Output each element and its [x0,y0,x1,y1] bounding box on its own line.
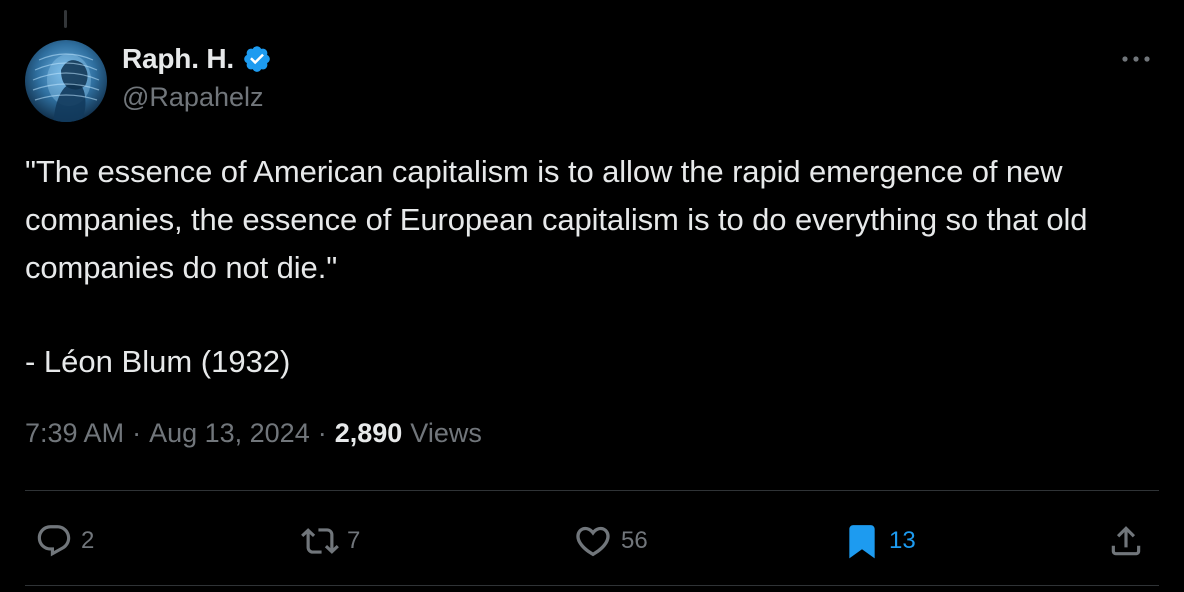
reply-button[interactable]: 2 [35,516,94,566]
heart-icon [576,526,610,557]
tweet-actions-bar: 2 7 56 13 [25,516,1159,566]
tweet-text: "The essence of American capitalism is t… [25,154,1096,285]
display-name-row: Raph. H. [122,40,272,78]
thread-connector-line [64,10,67,28]
bookmark-icon [849,525,875,559]
more-dots-icon [1122,56,1150,62]
author-display-name[interactable]: Raph. H. [122,43,234,75]
repost-count: 7 [347,527,361,554]
meta-separator: · [132,418,142,448]
tweet-date[interactable]: Aug 13, 2024 [149,418,310,449]
like-count: 56 [621,527,648,554]
author-handle[interactable]: @Rapahelz [122,82,272,113]
avatar-image [32,53,100,122]
share-upload-icon [1111,526,1141,556]
bookmark-button[interactable]: 13 [843,516,916,566]
views-count[interactable]: 2,890 [335,418,403,449]
avatar[interactable] [25,40,107,122]
repost-arrows-icon [301,528,339,554]
tweet-time[interactable]: 7:39 AM [25,418,124,449]
verified-badge-icon[interactable] [242,44,272,74]
views-label: Views [410,418,482,448]
speech-bubble-icon [37,525,71,557]
like-button[interactable]: 56 [573,516,648,566]
tweet-attribution: - Léon Blum (1932) [25,344,291,379]
bookmark-count: 13 [889,527,916,554]
divider-top [25,490,1159,491]
reply-count: 2 [81,527,95,554]
divider-bottom [25,585,1159,586]
more-options-button[interactable] [1118,44,1154,74]
tweet-header: Raph. H. @Rapahelz [122,40,272,113]
tweet-metadata: 7:39 AM · Aug 13, 2024 · 2,890 Views [25,418,482,449]
meta-separator: · [317,418,327,448]
repost-button[interactable]: 7 [301,516,360,566]
share-button[interactable] [1107,516,1145,566]
